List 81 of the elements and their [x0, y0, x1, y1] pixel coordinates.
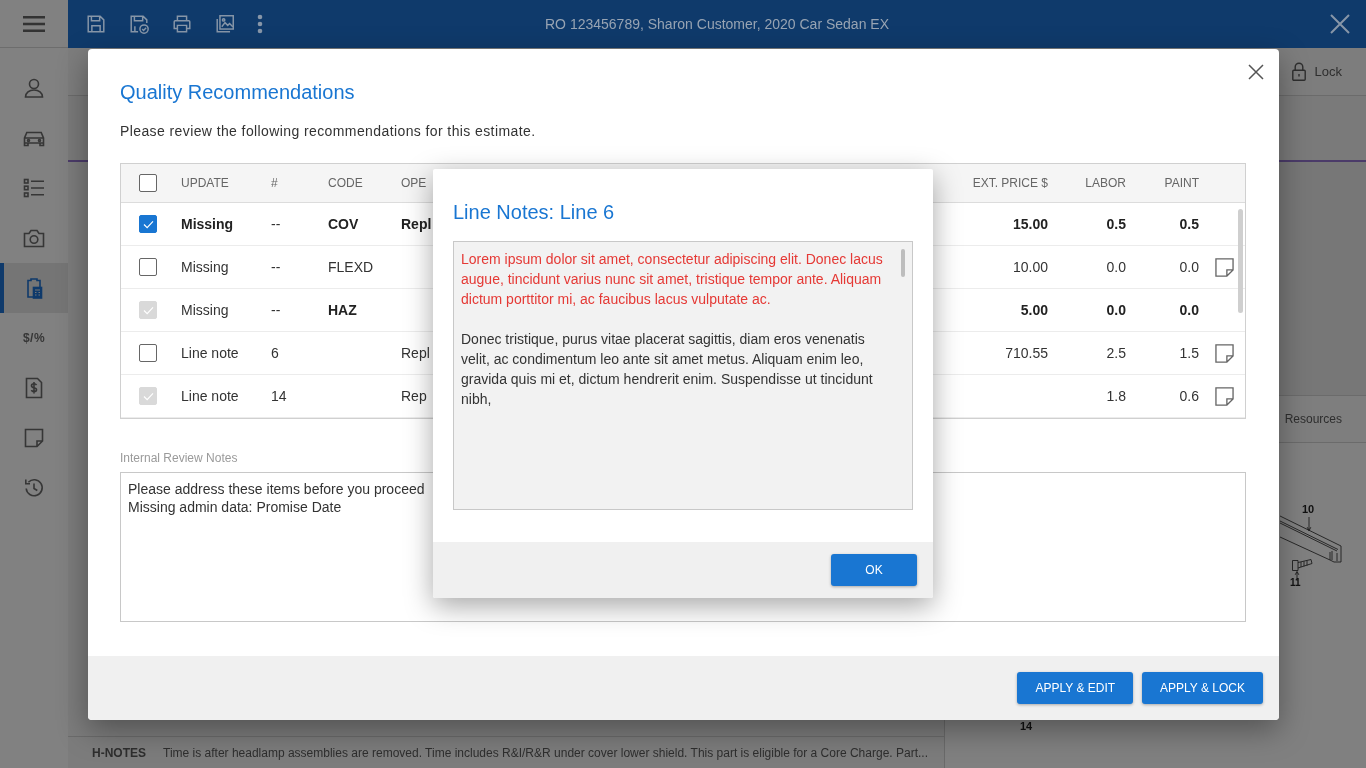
table-cell: 0.5 — [1106, 216, 1126, 232]
section-label: H-NOTES — [92, 745, 146, 760]
table-cell: 6 — [271, 345, 279, 361]
sidebar-item[interactable] — [0, 263, 68, 313]
tab[interactable]: Resources — [1284, 412, 1342, 426]
table-cell: 14 — [271, 388, 287, 404]
menu-icon[interactable] — [23, 15, 45, 32]
table-cell: 1.5 — [1179, 345, 1199, 361]
save-icon[interactable] — [85, 13, 107, 35]
table-cell: Line note — [181, 388, 239, 404]
column-header: CODE — [328, 176, 363, 190]
table-cell: 0.0 — [1179, 259, 1199, 275]
column-header: PAINT — [1164, 176, 1199, 190]
ok-button[interactable]: OK — [831, 554, 917, 586]
close-icon[interactable] — [1330, 14, 1350, 34]
table-cell: Rep — [401, 388, 427, 404]
action-button[interactable]: APPLY & EDIT — [1017, 672, 1134, 704]
note-icon — [22, 426, 46, 450]
dialog-title: Quality Recommendations — [120, 80, 356, 104]
callout-number: 14 — [1020, 721, 1033, 732]
table-cell: Missing — [181, 216, 234, 232]
table-cell: 0.0 — [1106, 302, 1126, 318]
checkbox[interactable] — [139, 258, 157, 276]
print-icon[interactable] — [171, 13, 193, 35]
dialog-subtitle: Please review the following recommendations for this estimate. — [120, 122, 537, 141]
sidebar-item[interactable]: $/% — [0, 313, 68, 363]
check-icon — [142, 219, 154, 229]
scrollbar[interactable] — [1238, 209, 1243, 313]
column-header: LABOR — [1085, 176, 1126, 190]
notes-text-box[interactable] — [453, 241, 913, 510]
table-cell: -- — [271, 302, 281, 318]
close-icon[interactable] — [1248, 64, 1264, 80]
field-label: Internal Review Notes — [120, 450, 238, 466]
save-check-icon[interactable] — [128, 13, 150, 35]
table-cell: 0.5 — [1179, 216, 1199, 232]
callout-number: 11 — [1290, 578, 1301, 588]
table-cell: 0.6 — [1179, 388, 1199, 404]
more-icon[interactable] — [257, 13, 263, 35]
lock-icon — [1291, 62, 1306, 81]
notes-text: Time is after headlamp assemblies are removed. Time includes R&I/R&R under cover lower shield. This part is eligible for a Core Charge. Part... — [163, 745, 928, 760]
check-icon — [142, 391, 154, 401]
table-cell: 0.0 — [1106, 259, 1126, 275]
table-cell: Missing — [181, 259, 229, 275]
table-cell: 710.55 — [1005, 345, 1048, 361]
table-cell: Repl — [401, 216, 432, 232]
checklist-icon — [22, 176, 46, 200]
note-paragraph: Lorem ipsum dolor sit amet, consectetur adipiscing elit. Donec lacus augue, tincidunt varius nunc sit amet, tristique tempor ante. Aliquam dictum porttitor mi, ac faucibus lacus vulputate ac. — [461, 250, 884, 309]
note-paragraph: Donec tristique, purus vitae placerat sagittis, diam eros venenatis velit, ac condimentum leo ante sit amet metus. Aliquam enim leo, gravida quis mi et, dictum hendrerit enim. Suspendisse ut tincidunt nibh, — [461, 330, 874, 409]
check-icon — [142, 305, 154, 315]
dialog-title: Line Notes: Line 6 — [453, 200, 615, 224]
column-header: # — [271, 176, 278, 190]
window-title: RO 123456789, Sharon Customer, 2020 Car Sedan EX — [545, 16, 889, 32]
table-cell: 2.5 — [1106, 345, 1126, 361]
table-cell: 5.00 — [1020, 302, 1048, 318]
scrollbar[interactable] — [901, 249, 905, 277]
table-cell: Line note — [181, 345, 239, 361]
checkbox[interactable] — [139, 215, 157, 233]
images-icon[interactable] — [214, 13, 236, 35]
column-header: EXT. PRICE $ — [972, 176, 1048, 190]
table-cell: 15.00 — [1012, 216, 1048, 232]
checkbox[interactable] — [139, 174, 157, 192]
table-cell: -- — [271, 216, 281, 232]
note-icon[interactable] — [1215, 257, 1234, 277]
table-cell: Missing — [181, 302, 229, 318]
action-button[interactable]: APPLY & LOCK — [1142, 672, 1263, 704]
history-icon — [22, 476, 46, 500]
checkbox[interactable] — [139, 344, 157, 362]
table-cell: 0.0 — [1179, 302, 1199, 318]
table-cell: Repl — [401, 345, 430, 361]
table-cell: HAZ — [328, 302, 357, 318]
column-header: UPDATE — [181, 176, 229, 190]
table-cell: 10.00 — [1012, 259, 1048, 275]
note-icon[interactable] — [1215, 343, 1234, 363]
table-cell: COV — [328, 216, 359, 232]
lock-button[interactable]: Lock — [1291, 62, 1342, 81]
user-icon — [22, 76, 46, 100]
table-cell: FLEXD — [328, 259, 374, 275]
callout-number: 10 — [1302, 504, 1315, 515]
table-cell: 1.8 — [1106, 388, 1126, 404]
table-cell: -- — [271, 259, 281, 275]
column-header: OPE — [401, 176, 427, 190]
